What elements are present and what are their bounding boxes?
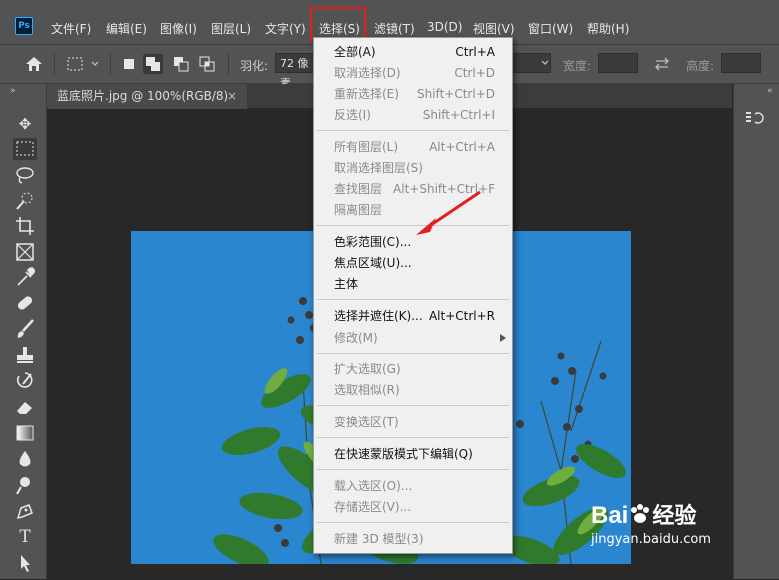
history-panel-icon[interactable] — [744, 108, 764, 128]
menu-item-modify[interactable]: 修改(M) — [314, 328, 512, 348]
gradient-tool-icon[interactable] — [13, 422, 37, 444]
home-icon[interactable] — [24, 55, 44, 73]
menu-item-subject[interactable]: 主体 — [314, 274, 512, 294]
height-input[interactable] — [721, 53, 761, 73]
watermark-url: jingyan.baidu.com — [591, 532, 711, 547]
move-tool-icon[interactable]: ✥ — [13, 113, 37, 135]
document-tab[interactable]: 蓝底照片.jpg @ 100%(RGB/8) × — [47, 84, 247, 109]
feather-input[interactable]: 72 像素 — [275, 53, 315, 90]
menu-item-new-3d-model[interactable]: 新建 3D 模型(3) — [314, 529, 512, 549]
menu-item-deselect[interactable]: 取消选择(D) Ctrl+D — [314, 63, 512, 83]
menu-separator — [317, 130, 509, 131]
add-to-selection-icon[interactable] — [143, 54, 163, 74]
menu-item-deselect-layers[interactable]: 取消选择图层(S) — [314, 158, 512, 178]
photoshop-logo[interactable]: Ps — [15, 17, 33, 35]
width-label: 宽度: — [563, 59, 592, 73]
feather-label: 羽化: — [240, 59, 269, 73]
dodge-tool-icon[interactable] — [13, 474, 37, 496]
menu-image[interactable]: 图像(I) — [160, 20, 197, 37]
menu-item-select-and-mask[interactable]: 选择并遮住(K)... Alt+Ctrl+R — [314, 306, 512, 326]
frame-tool-icon[interactable] — [13, 241, 37, 263]
menu-item-reselect[interactable]: 重新选择(E) Shift+Ctrl+D — [314, 84, 512, 104]
menu-item-grow[interactable]: 扩大选取(G) — [314, 359, 512, 379]
menu-help[interactable]: 帮助(H) — [587, 20, 629, 37]
menu-item-inverse[interactable]: 反选(I) Shift+Ctrl+I — [314, 105, 512, 125]
crop-tool-icon[interactable] — [13, 215, 37, 237]
watermark-brand-2: 经验 — [652, 504, 697, 529]
menu-item-all-layers[interactable]: 所有图层(L) Alt+Ctrl+A — [314, 137, 512, 157]
right-panel-dock — [733, 84, 779, 579]
menu-separator — [317, 299, 509, 300]
brush-tool-icon[interactable] — [13, 318, 37, 340]
menu-item-load-selection[interactable]: 载入选区(O)... — [314, 476, 512, 496]
options-separator — [110, 53, 111, 75]
collapse-right-icon[interactable]: « — [767, 86, 773, 96]
lasso-tool-icon[interactable] — [13, 164, 37, 186]
menu-layer[interactable]: 图层(L) — [211, 20, 251, 37]
options-separator — [54, 53, 55, 75]
menu-separator — [317, 437, 509, 438]
menu-separator — [317, 405, 509, 406]
menu-item-transform-selection[interactable]: 变换选区(T) — [314, 412, 512, 432]
select-menu-dropdown: 全部(A) Ctrl+A 取消选择(D) Ctrl+D 重新选择(E) Shift+C… — [313, 37, 513, 554]
menu-window[interactable]: 窗口(W) — [528, 20, 573, 37]
options-separator — [228, 53, 229, 75]
menu-file[interactable]: 文件(F) — [51, 20, 91, 37]
eraser-tool-icon[interactable] — [13, 396, 37, 418]
menu-edit[interactable]: 编辑(E) — [106, 20, 147, 37]
menu-filter[interactable]: 滤镜(T) — [374, 20, 415, 37]
new-selection-icon[interactable] — [119, 54, 139, 74]
baidu-watermark: Bai 经验 jingyan.baidu.com — [591, 498, 711, 547]
menu-view[interactable]: 视图(V) — [473, 20, 515, 37]
healing-brush-tool-icon[interactable] — [13, 292, 37, 314]
submenu-arrow-icon — [500, 334, 506, 342]
marquee-tool-icon[interactable] — [13, 138, 37, 160]
quick-selection-tool-icon[interactable] — [13, 190, 37, 212]
swap-arrows-icon[interactable] — [653, 55, 671, 73]
close-tab-icon[interactable]: × — [227, 84, 237, 109]
menu-item-similar[interactable]: 选取相似(R) — [314, 380, 512, 400]
height-label: 高度: — [686, 59, 715, 73]
path-selection-tool-icon[interactable] — [13, 552, 37, 574]
blur-tool-icon[interactable] — [13, 448, 37, 470]
menu-separator — [317, 522, 509, 523]
menu-3d[interactable]: 3D(D) — [427, 20, 462, 34]
document-tab-title: 蓝底照片.jpg @ 100%(RGB/8) — [57, 89, 229, 103]
subtract-from-selection-icon[interactable] — [171, 54, 191, 74]
collapse-icon[interactable]: » — [10, 86, 16, 96]
style-dropdown[interactable] — [511, 53, 551, 73]
width-input[interactable] — [598, 53, 638, 73]
menu-item-save-selection[interactable]: 存储选区(V)... — [314, 497, 512, 517]
intersect-selection-icon[interactable] — [197, 54, 217, 74]
type-tool-icon[interactable]: T — [13, 526, 37, 548]
pen-tool-icon[interactable] — [13, 500, 37, 522]
menu-separator — [317, 469, 509, 470]
annotation-arrow-icon — [416, 190, 481, 235]
menu-type[interactable]: 文字(Y) — [265, 20, 306, 37]
eyedropper-tool-icon[interactable] — [13, 266, 37, 288]
clone-stamp-tool-icon[interactable] — [13, 344, 37, 366]
marquee-preset-icon[interactable] — [66, 55, 102, 73]
menu-separator — [317, 353, 509, 354]
history-brush-tool-icon[interactable] — [13, 370, 37, 392]
watermark-brand: Bai — [591, 502, 629, 529]
menu-item-focus-area[interactable]: 焦点区域(U)... — [314, 253, 512, 273]
menu-item-quick-mask[interactable]: 在快速蒙版模式下编辑(Q) — [314, 444, 512, 464]
menu-item-select-all[interactable]: 全部(A) Ctrl+A — [314, 42, 512, 62]
menu-select-highlight-box — [310, 7, 366, 41]
paw-icon — [631, 504, 650, 523]
